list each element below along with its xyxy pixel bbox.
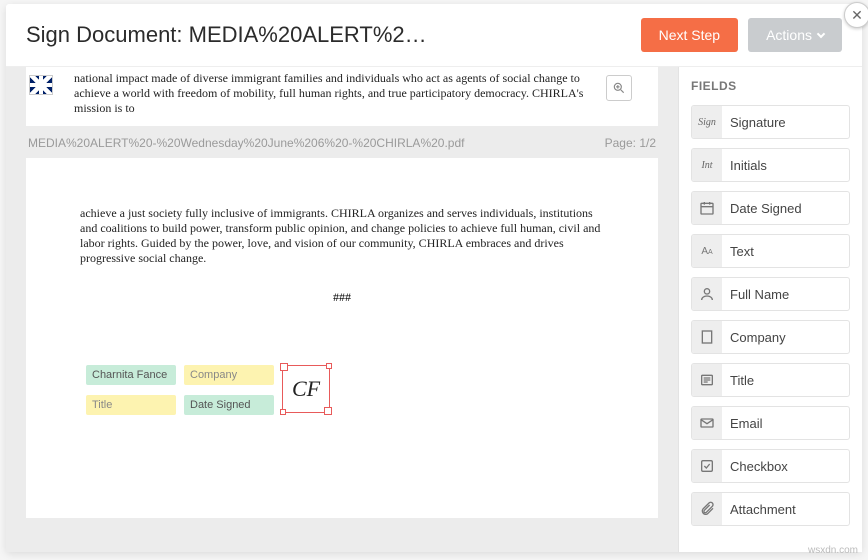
field-signature[interactable]: Sign Signature <box>691 105 850 139</box>
resize-handle[interactable] <box>280 409 286 415</box>
body: national impact made of diverse immigran… <box>6 67 862 552</box>
chevron-down-icon <box>817 30 825 38</box>
doc-text-body: achieve a just society fully inclusive o… <box>40 206 644 266</box>
doc-filename: MEDIA%20ALERT%20-%20Wednesday%20June%206… <box>28 136 464 150</box>
modal: Sign Document: MEDIA%20ALERT%2… Next Ste… <box>6 4 862 552</box>
field-full-name[interactable]: Full Name <box>691 277 850 311</box>
placed-date-tag[interactable]: Date Signed <box>184 395 274 415</box>
placed-signature-box[interactable]: CF <box>282 365 330 413</box>
page-title: Sign Document: MEDIA%20ALERT%2… <box>26 22 631 48</box>
field-label: Attachment <box>722 502 796 517</box>
field-date-signed[interactable]: Date Signed <box>691 191 850 225</box>
close-button[interactable]: ✕ <box>844 2 868 28</box>
person-icon <box>692 278 722 310</box>
resize-handle[interactable] <box>326 363 332 369</box>
field-label: Email <box>722 416 763 431</box>
page-preview-top: national impact made of diverse immigran… <box>26 67 658 126</box>
placed-fields: Charnita Fance Company CF Title Date Sig… <box>40 365 644 415</box>
doc-page-indicator: Page: 1/2 <box>605 136 656 150</box>
field-label: Company <box>722 330 786 345</box>
fields-heading: FIELDS <box>691 79 850 93</box>
field-initials[interactable]: Int Initials <box>691 148 850 182</box>
field-company[interactable]: Company <box>691 320 850 354</box>
placed-company-tag[interactable]: Company <box>184 365 274 385</box>
field-text[interactable]: AA Text <box>691 234 850 268</box>
placed-title-tag[interactable]: Title <box>86 395 176 415</box>
document-area: national impact made of diverse immigran… <box>6 67 678 552</box>
actions-label: Actions <box>766 27 812 43</box>
initials-icon: Int <box>692 149 722 181</box>
list-icon <box>692 364 722 396</box>
field-label: Date Signed <box>722 201 802 216</box>
field-label: Signature <box>722 115 786 130</box>
actions-dropdown[interactable]: Actions <box>748 18 842 52</box>
doc-separator: ### <box>40 290 644 305</box>
field-label: Text <box>722 244 754 259</box>
doc-meta: MEDIA%20ALERT%20-%20Wednesday%20June%206… <box>6 126 678 158</box>
field-title[interactable]: Title <box>691 363 850 397</box>
placed-name-tag[interactable]: Charnita Fance <box>86 365 176 385</box>
field-label: Checkbox <box>722 459 788 474</box>
field-label: Initials <box>722 158 767 173</box>
header: Sign Document: MEDIA%20ALERT%2… Next Ste… <box>6 4 862 67</box>
mail-icon <box>692 407 722 439</box>
field-label: Title <box>722 373 754 388</box>
next-step-button[interactable]: Next Step <box>641 18 738 52</box>
doc-text-top: national impact made of diverse immigran… <box>38 71 646 116</box>
building-icon <box>692 321 722 353</box>
signature-icon: Sign <box>692 106 722 138</box>
paperclip-icon <box>692 493 722 525</box>
field-attachment[interactable]: Attachment <box>691 492 850 526</box>
page-main[interactable]: achieve a just society fully inclusive o… <box>26 158 658 518</box>
signature-glyph: CF <box>292 376 320 402</box>
zoom-in-button[interactable] <box>606 75 632 101</box>
watermark: wsxdn.com <box>808 545 858 556</box>
field-email[interactable]: Email <box>691 406 850 440</box>
uk-flag-icon[interactable] <box>29 75 53 95</box>
calendar-icon <box>692 192 722 224</box>
text-icon: AA <box>692 235 722 267</box>
field-label: Full Name <box>722 287 789 302</box>
checkbox-icon <box>692 450 722 482</box>
field-checkbox[interactable]: Checkbox <box>691 449 850 483</box>
fields-sidebar: FIELDS Sign Signature Int Initials Date … <box>678 67 862 552</box>
